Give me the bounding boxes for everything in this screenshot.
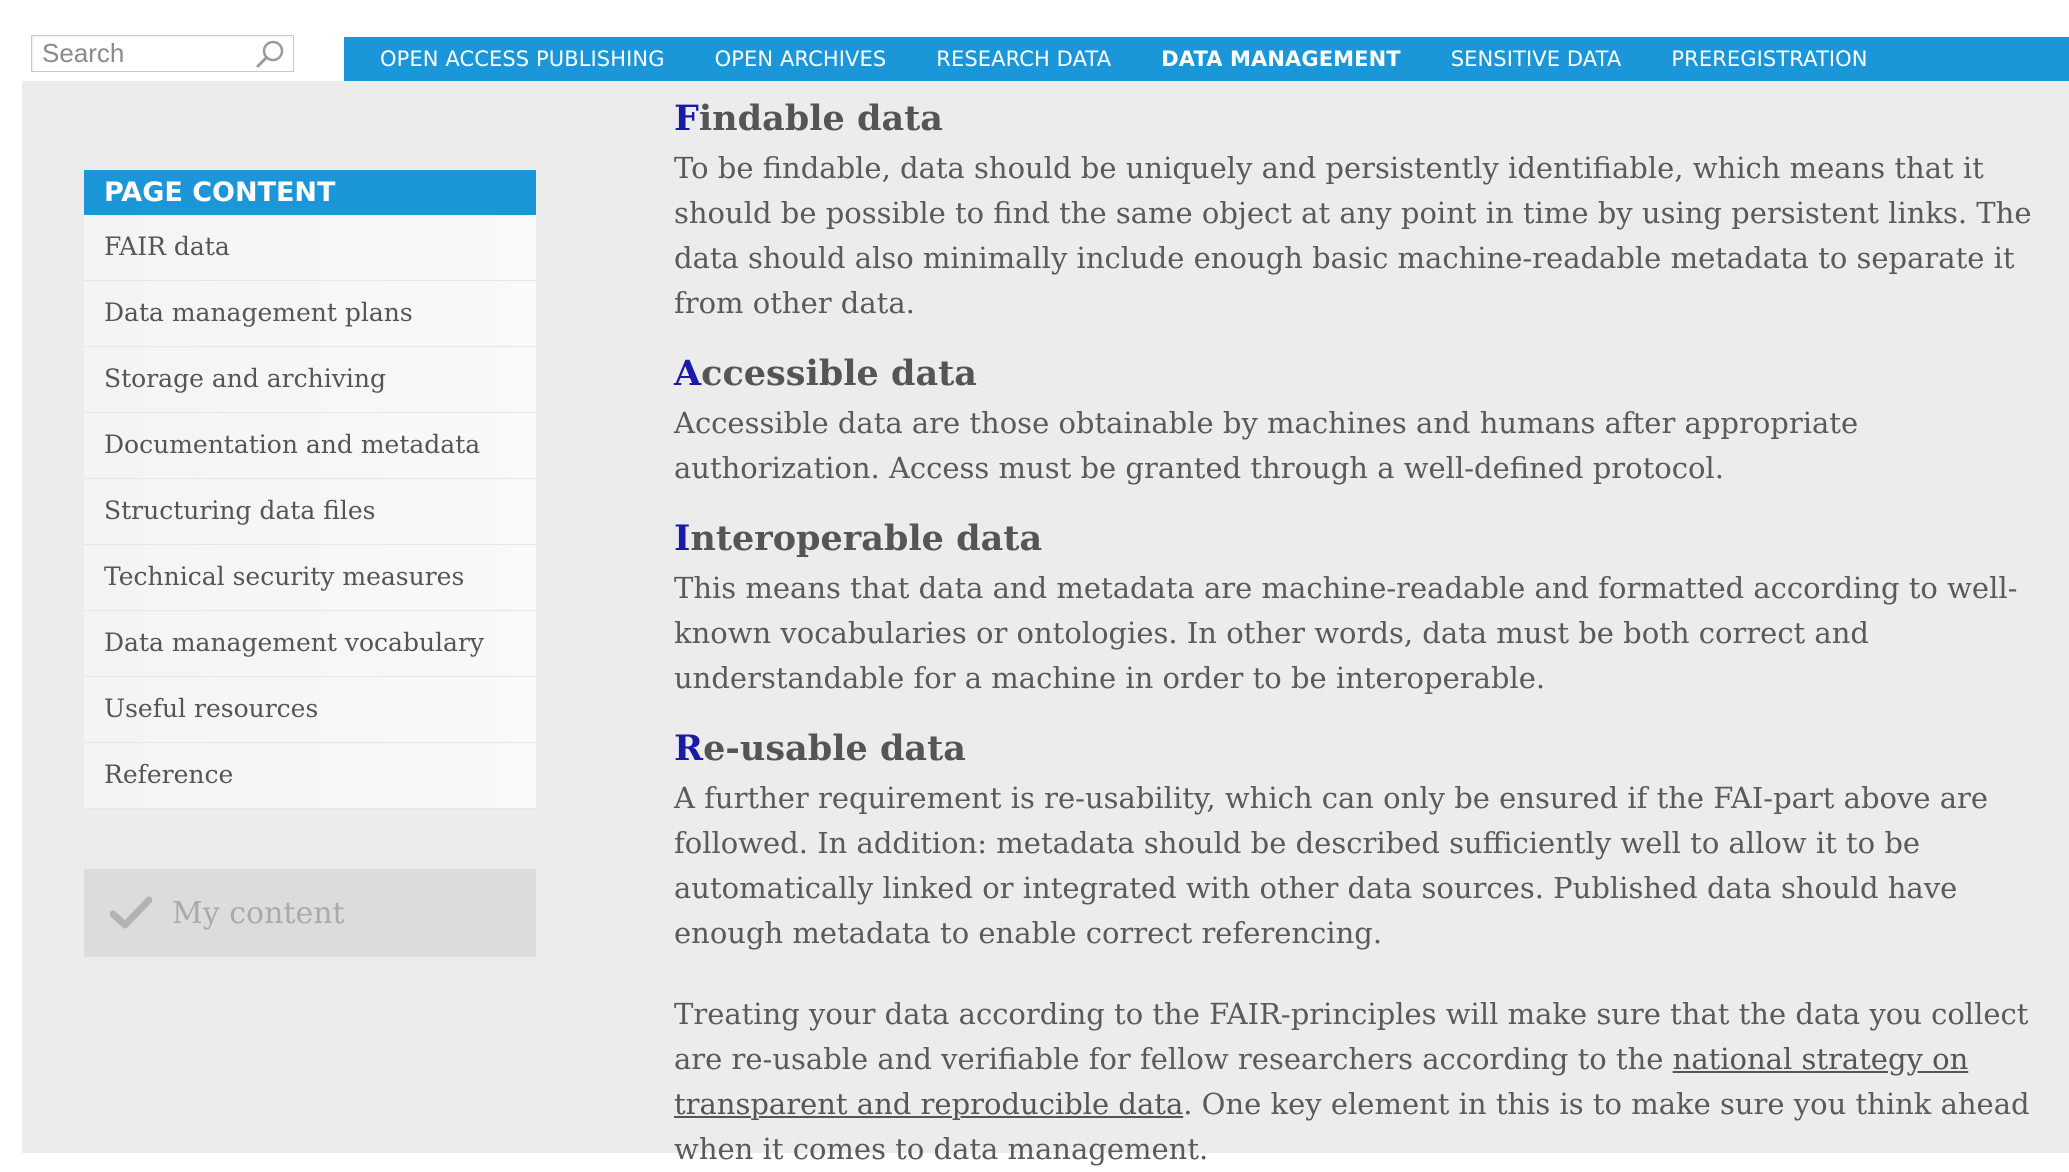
nav-sensitive-data[interactable]: SENSITIVE DATA	[1451, 47, 1622, 71]
sidebar-item-data-management-plans[interactable]: Data management plans	[84, 281, 536, 347]
sidebar-item-fair-data[interactable]: FAIR data	[84, 215, 536, 281]
section-body: Accessible data are those obtainable by …	[674, 406, 1859, 485]
nav-data-management[interactable]: DATA MANAGEMENT	[1161, 47, 1401, 71]
sidebar-item-useful-resources[interactable]: Useful resources	[84, 677, 536, 743]
checkmark-icon	[110, 896, 152, 929]
sidebar-item-reference[interactable]: Reference	[84, 743, 536, 809]
heading-rest: indable data	[698, 98, 943, 139]
nav-preregistration[interactable]: PREREGISTRATION	[1671, 47, 1867, 71]
my-content-button[interactable]: My content	[84, 869, 536, 957]
article: Findable data To be findable, data shoul…	[674, 92, 2054, 1172]
sidebar-item-technical-security-measures[interactable]: Technical security measures	[84, 545, 536, 611]
nav-open-access-publishing[interactable]: OPEN ACCESS PUBLISHING	[380, 47, 665, 71]
section-heading: Accessible data	[674, 347, 2054, 401]
heading-initial: A	[674, 353, 702, 394]
section-heading: Re-usable data	[674, 722, 2054, 776]
sidebar-item-documentation-and-metadata[interactable]: Documentation and metadata	[84, 413, 536, 479]
heading-rest: e-usable data	[703, 728, 966, 769]
nav-open-archives[interactable]: OPEN ARCHIVES	[715, 47, 887, 71]
sidebar-item-structuring-data-files[interactable]: Structuring data files	[84, 479, 536, 545]
heading-initial: F	[674, 98, 699, 139]
section-body: To be findable, data should be uniquely …	[674, 151, 2032, 320]
sidebar-title: PAGE CONTENT	[84, 170, 536, 215]
section-body: This means that data and metadata are ma…	[674, 571, 2018, 695]
sidebar-item-data-management-vocabulary[interactable]: Data management vocabulary	[84, 611, 536, 677]
closing-paragraph: Treating your data according to the FAIR…	[674, 992, 2054, 1172]
section-reusable: Re-usable data A further requirement is …	[674, 722, 2054, 956]
search-input[interactable]	[32, 36, 252, 70]
search-icon[interactable]	[253, 38, 287, 70]
sidebar-item-storage-and-archiving[interactable]: Storage and archiving	[84, 347, 536, 413]
nav-research-data[interactable]: RESEARCH DATA	[936, 47, 1111, 71]
section-heading: Findable data	[674, 92, 2054, 146]
top-navigation: OPEN ACCESS PUBLISHING OPEN ARCHIVES RES…	[344, 37, 2069, 81]
sidebar-list: FAIR data Data management plans Storage …	[84, 215, 536, 809]
section-heading: Interoperable data	[674, 512, 2054, 566]
section-findable: Findable data To be findable, data shoul…	[674, 92, 2054, 326]
heading-initial: R	[674, 728, 704, 769]
search-box[interactable]	[31, 35, 294, 72]
page-content-sidebar: PAGE CONTENT FAIR data Data management p…	[84, 170, 536, 809]
heading-rest: ccessible data	[701, 353, 977, 394]
my-content-label: My content	[172, 895, 345, 931]
section-body: A further requirement is re-usability, w…	[674, 781, 1989, 950]
heading-rest: nteroperable data	[690, 518, 1043, 559]
section-interoperable: Interoperable data This means that data …	[674, 512, 2054, 701]
section-accessible: Accessible data Accessible data are thos…	[674, 347, 2054, 491]
heading-initial: I	[674, 518, 691, 559]
